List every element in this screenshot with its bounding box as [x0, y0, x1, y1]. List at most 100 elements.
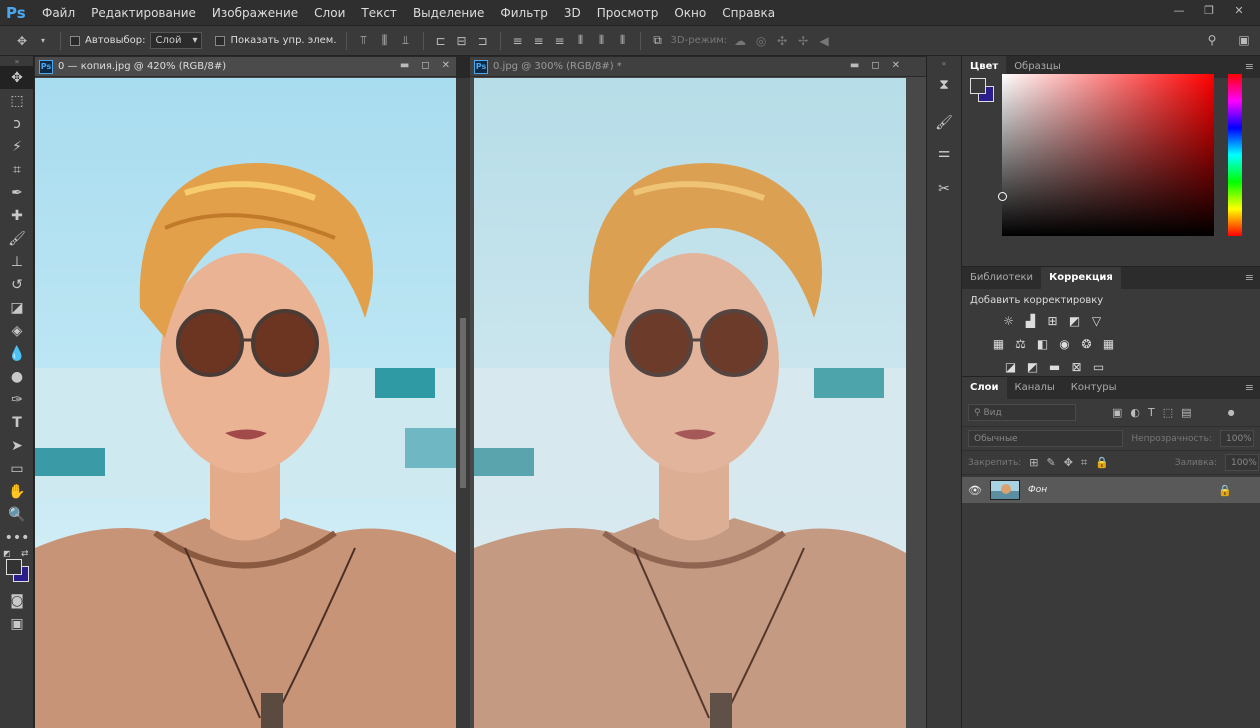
tab-adjustments[interactable]: Коррекция	[1041, 267, 1121, 289]
tab-paths[interactable]: Контуры	[1063, 377, 1125, 399]
healing-brush-tool-icon[interactable]: ✚	[0, 204, 34, 227]
pen-tool-icon[interactable]: ✑	[0, 388, 34, 411]
minimize-icon[interactable]: ▬	[850, 60, 859, 71]
magic-wand-tool-icon[interactable]: ⚡	[0, 135, 34, 158]
eyedropper-tool-icon[interactable]: ✒	[0, 181, 34, 204]
distribute-left-icon[interactable]: ⦀	[573, 33, 589, 49]
dodge-tool-icon[interactable]: ●	[0, 365, 34, 388]
menu-type[interactable]: Текст	[353, 6, 405, 20]
color-lookup-icon[interactable]: ▦	[1100, 335, 1117, 352]
quick-mask-icon[interactable]: ◙	[0, 589, 34, 612]
close-icon[interactable]: ✕	[1228, 3, 1250, 19]
panel-menu-icon[interactable]: ≡	[1245, 60, 1254, 73]
search-icon[interactable]: ⚲	[1204, 32, 1220, 48]
brightness-contrast-icon[interactable]: ☼	[1000, 312, 1017, 329]
type-tool-icon[interactable]: T	[0, 411, 34, 434]
tab-color[interactable]: Цвет	[962, 56, 1007, 78]
history-brush-tool-icon[interactable]: ↺	[0, 273, 34, 296]
document-tab-original[interactable]: Ps 0.jpg @ 300% (RGB/8#) * ▬ ◻ ✕	[470, 57, 926, 77]
lasso-tool-icon[interactable]: ↄ	[0, 112, 34, 135]
filter-smart-object-icon[interactable]: ▤	[1181, 406, 1191, 419]
color-picker-cursor[interactable]	[998, 192, 1007, 201]
lock-image-icon[interactable]: ✎	[1047, 456, 1056, 469]
restore-icon[interactable]: ❐	[1198, 3, 1220, 19]
distribute-vcenter-icon[interactable]: ≡	[531, 33, 547, 49]
fill-field[interactable]: 100%	[1225, 454, 1260, 471]
color-field[interactable]	[1002, 74, 1214, 236]
close-icon[interactable]: ✕	[892, 60, 900, 71]
workspace-icon[interactable]: ▣	[1236, 32, 1252, 48]
canvas-copy[interactable]	[35, 78, 456, 728]
menu-help[interactable]: Справка	[714, 6, 783, 20]
roll-3d-icon[interactable]: ◎	[753, 33, 769, 49]
panel-foreground-swatch[interactable]	[970, 78, 986, 94]
show-controls-checkbox[interactable]	[215, 35, 226, 46]
align-right-icon[interactable]: ⊐	[475, 33, 491, 49]
marquee-tool-icon[interactable]: ⬚	[0, 89, 34, 112]
posterize-icon[interactable]: ◩	[1024, 358, 1041, 375]
tab-layers[interactable]: Слои	[962, 377, 1007, 399]
foreground-color-swatch[interactable]	[6, 559, 22, 575]
distribute-top-icon[interactable]: ≡	[510, 33, 526, 49]
brushes-panel-icon[interactable]: 🖌	[927, 108, 961, 138]
black-white-icon[interactable]: ◧	[1034, 335, 1051, 352]
distribute-hcenter-icon[interactable]: ⦀	[594, 33, 610, 49]
lock-position-icon[interactable]: ✥	[1064, 456, 1073, 469]
menu-edit[interactable]: Редактирование	[83, 6, 204, 20]
hue-slider[interactable]	[1228, 74, 1242, 236]
blur-tool-icon[interactable]: 💧	[0, 342, 34, 365]
menu-layers[interactable]: Слои	[306, 6, 353, 20]
menu-image[interactable]: Изображение	[204, 6, 306, 20]
minimize-icon[interactable]: —	[1168, 3, 1190, 19]
document-tab-copy[interactable]: Ps 0 — копия.jpg @ 420% (RGB/8#) ▬ ◻ ✕	[35, 57, 456, 77]
lock-artboard-icon[interactable]: ⌗	[1081, 456, 1087, 470]
menu-filter[interactable]: Фильтр	[492, 6, 555, 20]
menu-3d[interactable]: 3D	[556, 6, 589, 20]
opacity-field[interactable]: 100%	[1220, 430, 1254, 447]
maximize-icon[interactable]: ◻	[421, 60, 429, 71]
hue-saturation-icon[interactable]: ▦	[990, 335, 1007, 352]
close-icon[interactable]: ✕	[442, 60, 450, 71]
drag-3d-icon[interactable]: ✣	[774, 33, 790, 49]
photo-filter-icon[interactable]: ◉	[1056, 335, 1073, 352]
exposure-icon[interactable]: ◩	[1066, 312, 1083, 329]
screen-mode-icon[interactable]: ▣	[0, 612, 34, 635]
autoselect-checkbox[interactable]	[70, 35, 80, 46]
selective-color-icon[interactable]: ⊠	[1068, 358, 1085, 375]
menu-window[interactable]: Окно	[666, 6, 714, 20]
align-left-icon[interactable]: ⊏	[433, 33, 449, 49]
distribute-bottom-icon[interactable]: ≡	[552, 33, 568, 49]
rectangle-tool-icon[interactable]: ▭	[0, 457, 34, 480]
auto-align-icon[interactable]: ⧉	[650, 33, 666, 49]
levels-icon[interactable]: ▟	[1022, 312, 1039, 329]
autoselect-dropdown[interactable]: Слой ▾	[150, 32, 203, 49]
vertical-scrollbar[interactable]	[456, 78, 470, 728]
chevron-down-icon[interactable]: ▾	[35, 33, 51, 49]
filter-shape-icon[interactable]: ⬚	[1163, 406, 1173, 419]
brush-tool-icon[interactable]: 🖌	[0, 227, 34, 250]
scrollbar-thumb[interactable]	[460, 318, 466, 488]
eraser-tool-icon[interactable]: ◪	[0, 296, 34, 319]
clone-stamp-tool-icon[interactable]: ⊥	[0, 250, 34, 273]
default-colors-icon[interactable]: ◩	[3, 549, 11, 558]
layer-row-fon[interactable]: 👁 Фон 🔒	[962, 477, 1260, 503]
maximize-icon[interactable]: ◻	[871, 60, 879, 71]
align-bottom-icon[interactable]: ⫫	[398, 33, 414, 49]
layer-filter-dropdown[interactable]: ⚲ Вид	[968, 404, 1076, 421]
vibrance-icon[interactable]: ▽	[1088, 312, 1105, 329]
move-tool-icon[interactable]: ✥	[14, 33, 30, 49]
panel-menu-icon[interactable]: ≡	[1245, 381, 1254, 394]
panel-menu-icon[interactable]: ≡	[1245, 271, 1254, 284]
align-hcenter-icon[interactable]: ⊟	[454, 33, 470, 49]
menu-view[interactable]: Просмотр	[589, 6, 667, 20]
menu-file[interactable]: Файл	[34, 6, 83, 20]
filter-type-icon[interactable]: T	[1148, 406, 1155, 419]
tab-channels[interactable]: Каналы	[1007, 377, 1063, 399]
filter-adjustment-icon[interactable]: ◐	[1130, 406, 1140, 419]
lock-all-icon[interactable]: 🔒	[1095, 456, 1109, 469]
dock-grip[interactable]: «	[927, 56, 961, 70]
toolbar-grip[interactable]: »	[0, 56, 34, 66]
slide-3d-icon[interactable]: ✢	[795, 33, 811, 49]
zoom-tool-icon[interactable]: 🔍	[0, 503, 34, 526]
orbit-3d-icon[interactable]: ☁	[732, 33, 748, 49]
